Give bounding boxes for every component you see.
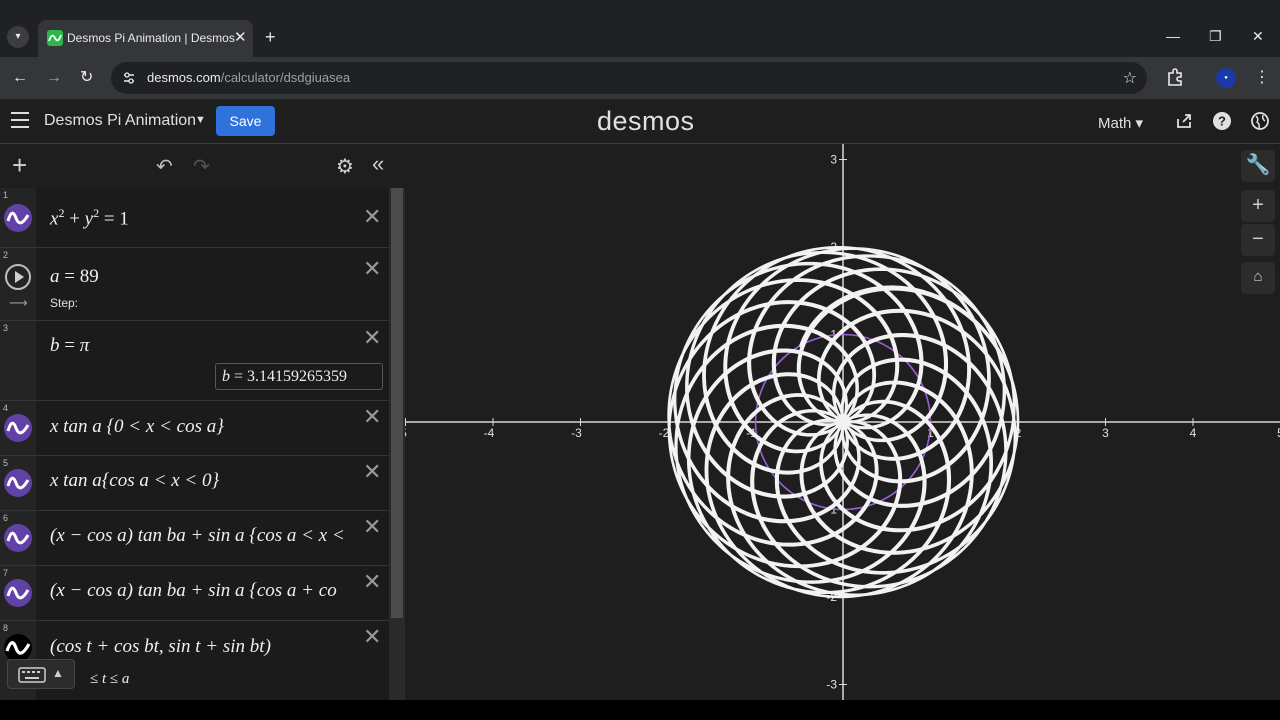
globe-icon[interactable] — [1250, 111, 1270, 131]
bookmark-star-icon[interactable]: ☆ — [1123, 68, 1137, 88]
zoom-out-button[interactable]: − — [1241, 224, 1275, 256]
parametric-domain[interactable]: ≤ t ≤ a — [90, 671, 129, 688]
back-icon[interactable]: ← — [12, 68, 28, 88]
x-tick-label: -5 — [405, 426, 407, 440]
zoom-in-button[interactable]: + — [1241, 190, 1275, 222]
expression-row[interactable]: 4 x tan a {0 < x < cos a} ✕ — [0, 401, 389, 456]
expression-math[interactable]: a = 89 — [50, 266, 99, 288]
window-close-icon[interactable]: ✕ — [1252, 28, 1264, 44]
tab-search-icon[interactable]: ▾ — [7, 26, 29, 48]
expression-math[interactable]: (x − cos a) tan ba + sin a {cos a + co — [50, 580, 355, 602]
hamburger-menu-icon[interactable] — [11, 112, 29, 128]
caret-up-icon: ▲ — [52, 666, 64, 680]
browser-tab-strip: ▾ Desmos Pi Animation | Desmos ✕ + — ❐ ✕ — [0, 0, 1280, 57]
y-tick-label: -3 — [826, 678, 837, 692]
graph-paper[interactable]: -5-4-3-2-112345321-1-2-3 🔧 + − ⌂ — [405, 144, 1280, 700]
expression-row[interactable]: 2 ⟶ a = 89 Step: ✕ — [0, 248, 389, 321]
play-slider-icon[interactable] — [5, 264, 31, 290]
tab-close-icon[interactable]: ✕ — [234, 28, 247, 46]
expression-row[interactable]: 1 x2 + y2 = 1 ✕ — [0, 188, 389, 248]
math-menu[interactable]: Math ▾ — [1098, 114, 1143, 132]
tab-title: Desmos Pi Animation | Desmos — [67, 31, 235, 45]
reload-icon[interactable]: ↻ — [80, 68, 93, 88]
graph-color-icon[interactable] — [3, 203, 33, 233]
graph-color-icon[interactable] — [3, 523, 33, 553]
expression-math[interactable]: (cos t + cos bt, sin t + sin bt) — [50, 636, 271, 658]
redo-icon[interactable]: ↷ — [193, 154, 210, 179]
undo-icon[interactable]: ↶ — [156, 154, 173, 179]
expression-row[interactable]: 3 b = π b = 3.14159265359 ✕ — [0, 321, 389, 401]
svg-text:?: ? — [1218, 114, 1226, 129]
wrench-icon[interactable]: 🔧 — [1241, 150, 1275, 182]
expression-row[interactable]: 5 x tan a{cos a < x < 0} ✕ — [0, 456, 389, 511]
expression-row[interactable]: 6 (x − cos a) tan ba + sin a {cos a < x … — [0, 511, 389, 566]
share-icon[interactable] — [1174, 111, 1194, 131]
site-settings-icon[interactable] — [121, 70, 137, 86]
expression-math[interactable]: b = π — [50, 335, 89, 357]
gear-icon[interactable]: ⚙ — [336, 154, 354, 179]
scrollbar-thumb[interactable] — [391, 188, 403, 618]
delete-expression-icon[interactable]: ✕ — [363, 327, 381, 349]
x-tick-label: 3 — [1102, 426, 1109, 440]
expression-math[interactable]: x tan a {0 < x < cos a} — [50, 416, 224, 438]
x-tick-label: -3 — [571, 426, 582, 440]
step-label: Step: — [50, 296, 79, 310]
expression-toolbar: + ↶ ↷ ⚙ « — [0, 144, 405, 188]
browser-menu-icon[interactable]: ⋮ — [1254, 67, 1270, 87]
expression-list: + ↶ ↷ ⚙ « 1 x2 + y2 = 1 ✕ 2 ⟶ a = 89 Ste… — [0, 144, 405, 700]
forward-icon[interactable]: → — [46, 68, 62, 88]
x-tick-label: 4 — [1190, 426, 1197, 440]
browser-tab[interactable]: Desmos Pi Animation | Desmos ✕ — [38, 20, 253, 57]
expression-math[interactable]: (x − cos a) tan ba + sin a {cos a < x < — [50, 525, 355, 547]
url-text: desmos.com/calculator/dsdgiuasea — [147, 70, 351, 85]
evaluation-box: b = 3.14159265359 — [215, 363, 383, 390]
graph-color-icon[interactable] — [3, 413, 33, 443]
delete-expression-icon[interactable]: ✕ — [363, 571, 381, 593]
minimize-icon[interactable]: — — [1166, 28, 1180, 44]
graph-canvas[interactable]: -5-4-3-2-112345321-1-2-3 — [405, 144, 1280, 700]
delete-expression-icon[interactable]: ✕ — [363, 258, 381, 280]
address-bar[interactable]: desmos.com/calculator/dsdgiuasea ☆ — [111, 62, 1147, 94]
restore-icon[interactable]: ❐ — [1209, 28, 1222, 44]
delete-expression-icon[interactable]: ✕ — [363, 626, 381, 648]
delete-expression-icon[interactable]: ✕ — [363, 406, 381, 428]
collapse-panel-icon[interactable]: « — [372, 151, 384, 177]
home-icon[interactable]: ⌂ — [1241, 262, 1275, 294]
keyboard-toggle-button[interactable]: ▲ — [7, 659, 75, 689]
extensions-icon[interactable] — [1165, 67, 1185, 87]
add-expression-icon[interactable]: + — [12, 150, 27, 180]
new-tab-icon[interactable]: + — [265, 27, 276, 47]
bottom-strip — [0, 700, 1280, 720]
chevron-down-icon[interactable]: ▼ — [195, 114, 206, 126]
profile-avatar[interactable]: ● — [1216, 68, 1236, 88]
graph-color-icon[interactable] — [3, 578, 33, 608]
desmos-favicon-icon — [47, 30, 63, 46]
save-button[interactable]: Save — [216, 106, 275, 136]
help-icon[interactable]: ? — [1212, 111, 1232, 131]
y-tick-label: 3 — [830, 153, 837, 167]
expression-scrollbar[interactable] — [389, 188, 405, 700]
x-tick-label: -4 — [484, 426, 495, 440]
graph-color-icon[interactable] — [3, 468, 33, 498]
keyboard-icon — [18, 667, 46, 683]
slider-direction-icon[interactable]: ⟶ — [9, 295, 28, 311]
desmos-logo: desmos — [597, 106, 695, 136]
desmos-header: Desmos Pi Animation ▼ Save desmos Math ▾… — [0, 99, 1280, 144]
delete-expression-icon[interactable]: ✕ — [363, 516, 381, 538]
delete-expression-icon[interactable]: ✕ — [363, 461, 381, 483]
delete-expression-icon[interactable]: ✕ — [363, 206, 381, 228]
expression-row[interactable]: 7 (x − cos a) tan ba + sin a {cos a + co… — [0, 566, 389, 621]
browser-toolbar: ← → ↻ desmos.com/calculator/dsdgiuasea ☆… — [0, 57, 1280, 99]
expression-math[interactable]: x tan a{cos a < x < 0} — [50, 470, 219, 492]
expression-math[interactable]: x2 + y2 = 1 — [50, 206, 129, 230]
graph-title[interactable]: Desmos Pi Animation — [44, 112, 196, 130]
